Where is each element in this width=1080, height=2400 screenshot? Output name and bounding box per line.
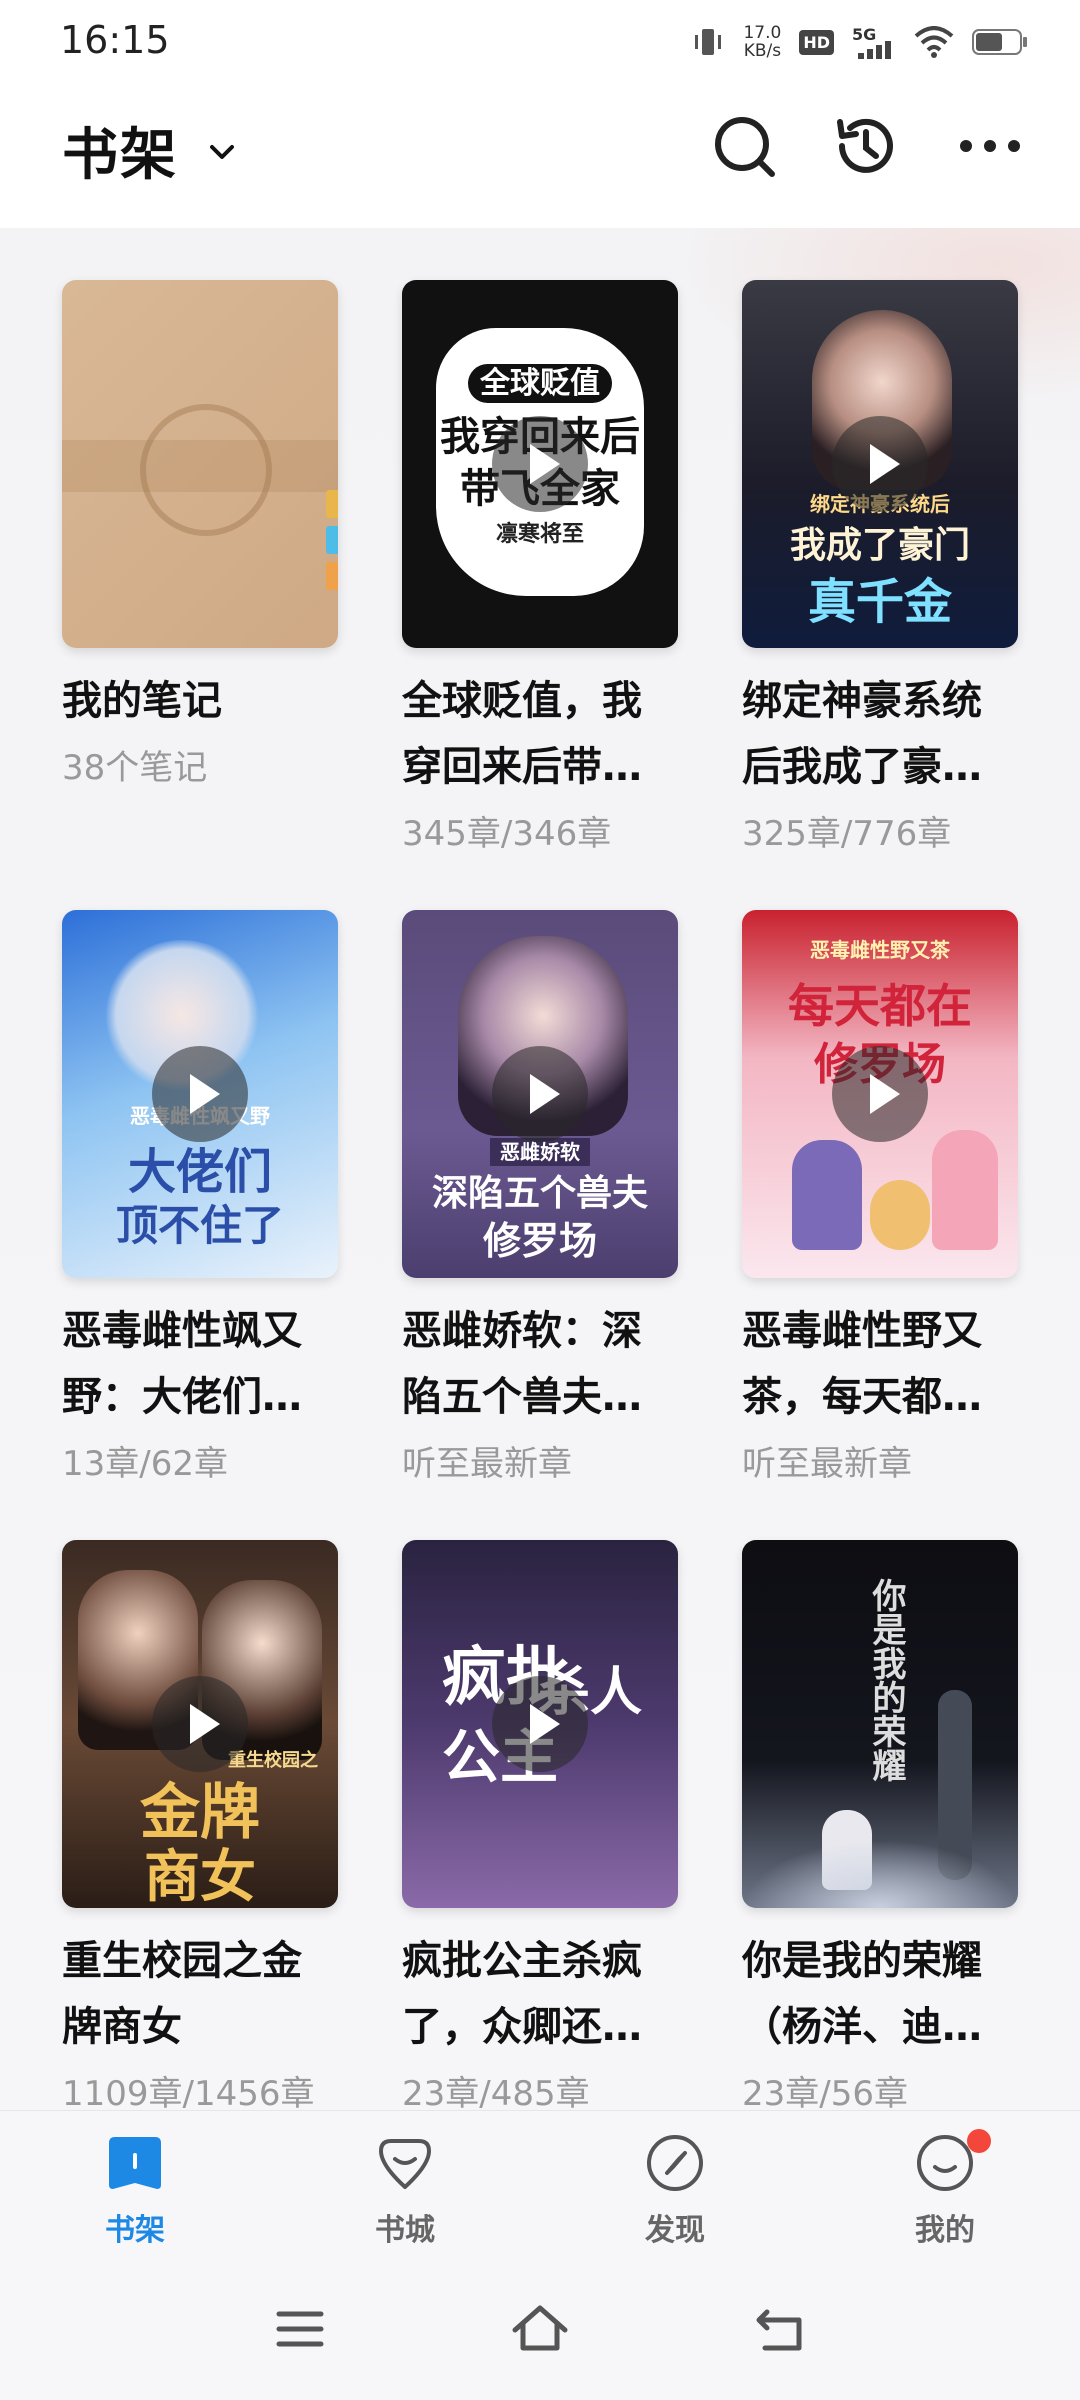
signal-icon: 5G — [852, 25, 896, 59]
notification-badge — [967, 2129, 991, 2153]
book-progress: 听至最新章 — [402, 1444, 572, 1484]
home-icon[interactable] — [505, 2294, 575, 2364]
book-cover[interactable]: 恶雌娇软 深陷五个兽夫 修罗场 — [402, 910, 678, 1278]
play-icon[interactable] — [152, 1046, 248, 1142]
play-icon[interactable] — [832, 1046, 928, 1142]
nav-discover[interactable]: 发现 — [575, 2131, 775, 2249]
status-bar: 16:15 17.0 KB/s HD 5G — [0, 0, 1080, 80]
bookstore-icon — [379, 2139, 431, 2189]
more-icon[interactable] — [954, 110, 1026, 182]
book-title: 绑定神豪系统后我成了豪门真千金 — [742, 678, 982, 790]
nav-shelf[interactable]: 书架 — [35, 2131, 235, 2249]
page-title[interactable]: 书架 — [62, 110, 178, 191]
book-progress: 23章/56章 — [742, 2074, 908, 2110]
play-icon[interactable] — [832, 416, 928, 512]
vibrate-icon — [695, 29, 722, 55]
book-progress: 1109章/1456章 — [62, 2074, 315, 2110]
nav-discover-label: 发现 — [645, 2213, 705, 2248]
book-card[interactable]: 恶毒雌性飒又野 大佬们 顶不住了 恶毒雌性飒又野：大佬们顶不住了 13章/62章 — [62, 910, 338, 1485]
menu-icon[interactable] — [265, 2294, 335, 2364]
notes-card[interactable]: 我的笔记 38个笔记 — [62, 280, 338, 789]
bookshelf-icon — [109, 2137, 161, 2189]
history-icon[interactable] — [830, 110, 902, 182]
book-progress: 345章/346章 — [402, 814, 612, 854]
book-card[interactable]: 绑定神豪系统后 我成了豪门 真千金 绑定神豪系统后我成了豪门真千金 325章/7… — [742, 280, 1018, 855]
book-title: 疯批公主杀疯了，众卿还在修罗场 — [402, 1938, 642, 2050]
net-speed: 17.0 KB/s — [743, 24, 781, 60]
book-title: 恶毒雌性飒又野：大佬们顶不住了 — [62, 1308, 302, 1420]
hd-icon: HD — [799, 29, 834, 55]
nav-store[interactable]: 书城 — [305, 2131, 505, 2249]
bottom-nav: 书架 书城 发现 我的 — [0, 2110, 1080, 2261]
book-progress: 23章/485章 — [402, 2074, 590, 2110]
book-progress: 听至最新章 — [742, 1444, 912, 1484]
app-header: 书架 — [0, 80, 1080, 228]
nav-store-label: 书城 — [375, 2213, 435, 2248]
book-cover[interactable]: 你是我的荣耀 — [742, 1540, 1018, 1908]
book-cover[interactable]: 绑定神豪系统后 我成了豪门 真千金 — [742, 280, 1018, 648]
play-icon[interactable] — [152, 1676, 248, 1772]
book-title: 恶雌娇软：深陷五个兽夫修罗场 — [402, 1308, 642, 1420]
net-speed-value: 17.0 — [743, 23, 782, 43]
play-icon[interactable] — [492, 1046, 588, 1142]
nav-mine-label: 我的 — [915, 2213, 975, 2248]
status-time: 16:15 — [60, 18, 170, 62]
status-icons: 17.0 KB/s HD 5G — [691, 20, 1028, 64]
book-card[interactable]: 疯批 公主 杀人 疯批公主杀疯了，众卿还在修罗场 23章/485章 — [402, 1540, 678, 2110]
book-card[interactable]: 恶雌娇软 深陷五个兽夫 修罗场 恶雌娇软：深陷五个兽夫修罗场 听至最新章 — [402, 910, 678, 1485]
system-nav-bar — [0, 2260, 1080, 2400]
book-card[interactable]: 恶毒雌性野又茶 每天都在 修罗场 恶毒雌性野又茶，每天都在修罗场 听至最新章 — [742, 910, 1018, 1485]
notebook-seal-icon — [140, 404, 272, 536]
book-cover[interactable]: 恶毒雌性野又茶 每天都在 修罗场 — [742, 910, 1018, 1278]
wifi-icon — [914, 26, 954, 58]
notes-count: 38个笔记 — [62, 748, 208, 788]
book-card[interactable]: 你是我的荣耀 你是我的荣耀（杨洋、迪丽热巴主演） 23章/56章 — [742, 1540, 1018, 2110]
book-cover[interactable]: 疯批 公主 杀人 — [402, 1540, 678, 1908]
net-speed-unit: KB/s — [743, 41, 782, 61]
book-title: 全球贬值，我穿回来后带飞全家 — [402, 678, 642, 790]
book-title: 恶毒雌性野又茶，每天都在修罗场 — [742, 1308, 982, 1420]
book-progress: 325章/776章 — [742, 814, 952, 854]
book-card[interactable]: 全球贬值 我穿回来后 带飞全家 凛寒将至 全球贬值，我穿回来后带飞全家 345章… — [402, 280, 678, 855]
chevron-down-icon[interactable] — [204, 134, 240, 170]
nav-shelf-label: 书架 — [105, 2213, 165, 2248]
compass-icon — [647, 2135, 703, 2191]
play-icon[interactable] — [492, 1676, 588, 1772]
book-title: 重生校园之金牌商女 — [62, 1938, 302, 2050]
bookshelf-grid: 我的笔记 38个笔记 全球贬值 我穿回来后 带飞全家 凛寒将至 全球贬值，我穿回… — [0, 228, 1080, 2110]
book-progress: 13章/62章 — [62, 1444, 228, 1484]
back-icon[interactable] — [745, 2294, 815, 2364]
book-cover[interactable]: 重生校园之 金牌 商女 — [62, 1540, 338, 1908]
book-cover[interactable]: 恶毒雌性飒又野 大佬们 顶不住了 — [62, 910, 338, 1278]
search-icon[interactable] — [708, 110, 780, 182]
book-title: 你是我的荣耀（杨洋、迪丽热巴主演） — [742, 1938, 982, 2050]
book-card[interactable]: 重生校园之 金牌 商女 重生校园之金牌商女 1109章/1456章 — [62, 1540, 338, 2110]
battery-icon — [972, 29, 1027, 55]
nav-mine[interactable]: 我的 — [845, 2129, 1045, 2249]
notebook-cover[interactable] — [62, 280, 338, 648]
book-cover[interactable]: 全球贬值 我穿回来后 带飞全家 凛寒将至 — [402, 280, 678, 648]
play-icon[interactable] — [492, 416, 588, 512]
